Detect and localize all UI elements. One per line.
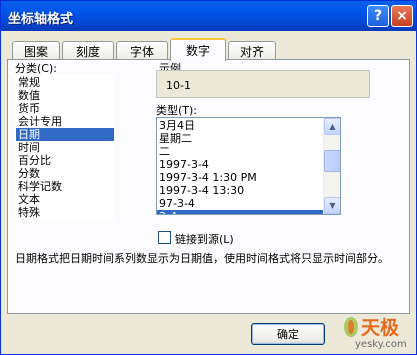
scroll-down-button[interactable]: ▼ [324,197,340,214]
category-item[interactable]: 日期 [16,128,114,141]
dialog-title: 坐标轴格式 [8,12,74,27]
category-list[interactable]: 常规数值货币会计专用日期时间百分比分数科学记数文本特殊自定义 [15,74,115,221]
type-item[interactable]: 二 [157,145,324,158]
category-item[interactable]: 文本 [16,193,114,206]
scroll-thumb[interactable] [324,150,340,172]
category-item[interactable]: 货币 [16,102,114,115]
yesky-watermark: 天极 yesky.com [339,311,417,355]
title-bar[interactable]: 坐标轴格式 ? × [1,1,416,31]
category-item[interactable]: 数值 [16,89,114,102]
type-item[interactable]: 3-4 [157,210,324,214]
format-description: 日期格式把日期时间系列数显示为日期值，使用时间格式将只显示时间部分。 [15,252,389,265]
type-item[interactable]: 3月4日 [157,119,324,132]
type-item[interactable]: 星期二 [157,132,324,145]
close-button[interactable]: × [391,5,413,27]
type-list-scrollbar[interactable]: ▲ ▼ [323,118,340,214]
category-item[interactable]: 会计专用 [16,115,114,128]
category-item[interactable]: 常规 [16,76,114,89]
category-item[interactable]: 特殊 [16,206,114,219]
dialog-window: 坐标轴格式 ? × 图案 刻度 字体 数字 对齐 分类(C): 常规 数值 货币 会计… [0,0,417,355]
watermark-domain: yesky.com [355,339,407,350]
tab-alignment[interactable]: 对齐 [228,41,276,60]
category-item[interactable]: 科学记数 [16,180,114,193]
type-label: 类型(T): [156,104,198,117]
sample-box: 10-1 [156,70,370,98]
scroll-up-button[interactable]: ▲ [324,118,340,135]
category-item[interactable]: 时间 [16,141,114,154]
type-item[interactable]: 97-3-4 [157,197,324,210]
category-item[interactable]: 百分比 [16,154,114,167]
leaf-logo-icon [344,317,358,337]
category-item[interactable]: 分数 [16,167,114,180]
link-source-checkbox[interactable] [158,231,171,244]
watermark-brand: 天极 [361,317,400,339]
tab-scale[interactable]: 刻度 [62,41,114,60]
tab-patterns[interactable]: 图案 [12,41,60,60]
help-button[interactable]: ? [367,5,389,27]
tab-font[interactable]: 字体 [116,41,168,60]
tab-strip: 图案 刻度 字体 数字 对齐 [10,38,410,61]
category-item[interactable]: 自定义 [16,219,114,220]
tab-number[interactable]: 数字 [170,38,226,61]
link-source-label[interactable]: 链接到源(L) [175,231,234,247]
type-item[interactable]: 1997-3-4 1:30 PM [157,171,324,184]
sample-value: 10-1 [166,79,191,92]
type-item[interactable]: 1997-3-4 [157,158,324,171]
ok-button[interactable]: 确定 [251,323,325,345]
type-list[interactable]: 3月4日 星期二二 1997-3-4 1997-3-4 1:30 PM 1997-3-4… [156,117,341,215]
type-item[interactable]: 1997-3-4 13:30 [157,184,324,197]
